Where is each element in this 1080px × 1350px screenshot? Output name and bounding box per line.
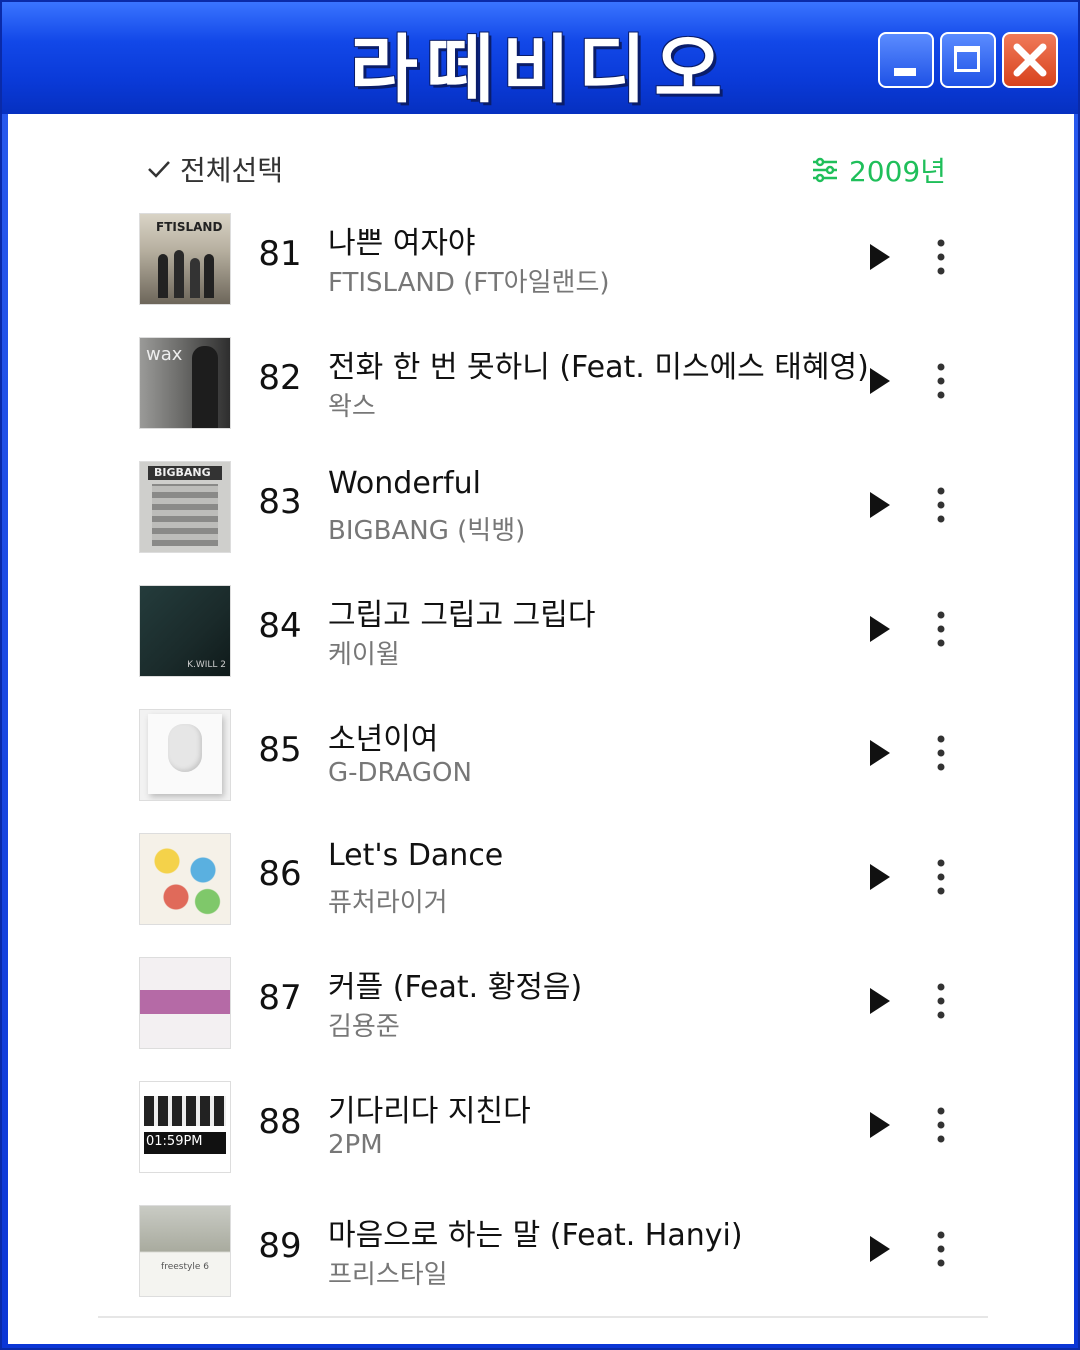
app-window: 라떼비디오 전체선택 2009년 FTISLAND 81 나쁜 여자야 FTIS… bbox=[0, 0, 1080, 1350]
track-artist[interactable]: 퓨처라이거 bbox=[328, 882, 448, 919]
year-filter-button[interactable]: 2009년 bbox=[811, 150, 946, 190]
track-rank: 83 bbox=[258, 482, 302, 522]
track-rank: 89 bbox=[258, 1226, 302, 1266]
track-rank: 88 bbox=[258, 1102, 302, 1142]
track-rank: 82 bbox=[258, 358, 302, 398]
album-art[interactable] bbox=[140, 710, 230, 800]
track-artist[interactable]: G-DRAGON bbox=[328, 758, 472, 788]
track-row[interactable]: wax 82 전화 한 번 못하니 (Feat. 미스에스 태혜영) 왁스 bbox=[140, 334, 960, 434]
track-artist[interactable]: FTISLAND (FT아일랜드) bbox=[328, 262, 610, 299]
track-title[interactable]: 그립고 그립고 그립다 bbox=[328, 590, 595, 634]
track-row[interactable]: FTISLAND 81 나쁜 여자야 FTISLAND (FT아일랜드) bbox=[140, 210, 960, 310]
track-title[interactable]: Wonderful bbox=[328, 466, 481, 501]
album-art[interactable]: K.WILL 2 bbox=[140, 586, 230, 676]
album-art-text: K.WILL 2 bbox=[187, 660, 226, 670]
track-title[interactable]: 소년이여 bbox=[328, 714, 438, 758]
track-rank: 87 bbox=[258, 978, 302, 1018]
play-icon[interactable] bbox=[868, 1234, 892, 1264]
track-title[interactable]: 전화 한 번 못하니 (Feat. 미스에스 태혜영) bbox=[328, 342, 869, 386]
play-icon[interactable] bbox=[868, 490, 892, 520]
play-icon[interactable] bbox=[868, 986, 892, 1016]
album-art-text: 01:59PM bbox=[146, 1134, 203, 1149]
album-art[interactable]: BIGBANG bbox=[140, 462, 230, 552]
track-row[interactable]: 01:59PM 88 기다리다 지친다 2PM bbox=[140, 1078, 960, 1178]
maximize-icon bbox=[954, 46, 980, 72]
album-art-text: wax bbox=[146, 344, 183, 365]
select-all-label: 전체선택 bbox=[180, 154, 284, 187]
close-icon bbox=[1013, 43, 1047, 77]
play-icon[interactable] bbox=[868, 366, 892, 396]
track-title[interactable]: 기다리다 지친다 bbox=[328, 1086, 531, 1130]
minimize-icon bbox=[894, 68, 916, 76]
maximize-button[interactable] bbox=[940, 32, 996, 88]
album-art[interactable] bbox=[140, 958, 230, 1048]
more-options-icon[interactable] bbox=[936, 982, 946, 1020]
more-options-icon[interactable] bbox=[936, 610, 946, 648]
track-row[interactable]: BIGBANG 83 Wonderful BIGBANG (빅뱅) bbox=[140, 458, 960, 558]
album-art[interactable]: FTISLAND bbox=[140, 214, 230, 304]
check-icon bbox=[148, 161, 170, 178]
track-title[interactable]: 나쁜 여자야 bbox=[328, 218, 476, 262]
more-options-icon[interactable] bbox=[936, 1230, 946, 1268]
track-artist[interactable]: 프리스타일 bbox=[328, 1254, 448, 1291]
album-art-text: freestyle 6 bbox=[161, 1262, 209, 1272]
track-row[interactable]: 86 Let's Dance 퓨처라이거 bbox=[140, 830, 960, 930]
track-title[interactable]: Let's Dance bbox=[328, 838, 503, 873]
album-art[interactable] bbox=[140, 834, 230, 924]
track-title[interactable]: 마음으로 하는 말 (Feat. Hanyi) bbox=[328, 1210, 743, 1254]
more-options-icon[interactable] bbox=[936, 858, 946, 896]
year-filter-label: 2009년 bbox=[848, 155, 946, 188]
list-divider bbox=[98, 1316, 988, 1318]
track-row[interactable]: freestyle 6 89 마음으로 하는 말 (Feat. Hanyi) 프… bbox=[140, 1202, 960, 1302]
album-art[interactable]: 01:59PM bbox=[140, 1082, 230, 1172]
album-art-text: BIGBANG bbox=[154, 466, 211, 479]
more-options-icon[interactable] bbox=[936, 1106, 946, 1144]
play-icon[interactable] bbox=[868, 242, 892, 272]
track-artist[interactable]: 2PM bbox=[328, 1130, 383, 1160]
close-button[interactable] bbox=[1002, 32, 1058, 88]
chart-list-panel: 전체선택 2009년 FTISLAND 81 나쁜 여자야 FTISLAND (… bbox=[8, 114, 1074, 1344]
play-icon[interactable] bbox=[868, 1110, 892, 1140]
album-art-text: FTISLAND bbox=[156, 220, 223, 234]
title-bar[interactable]: 라떼비디오 bbox=[2, 2, 1078, 114]
track-rank: 84 bbox=[258, 606, 302, 646]
track-title[interactable]: 커플 (Feat. 황정음) bbox=[328, 962, 582, 1006]
track-artist[interactable]: BIGBANG (빅뱅) bbox=[328, 510, 525, 547]
track-row[interactable]: K.WILL 2 84 그립고 그립고 그립다 케이윌 bbox=[140, 582, 960, 682]
track-rank: 85 bbox=[258, 730, 302, 770]
track-rank: 86 bbox=[258, 854, 302, 894]
play-icon[interactable] bbox=[868, 614, 892, 644]
more-options-icon[interactable] bbox=[936, 238, 946, 276]
minimize-button[interactable] bbox=[878, 32, 934, 88]
track-row[interactable]: 87 커플 (Feat. 황정음) 김용준 bbox=[140, 954, 960, 1054]
filter-icon bbox=[812, 157, 837, 183]
play-icon[interactable] bbox=[868, 862, 892, 892]
album-art[interactable]: wax bbox=[140, 338, 230, 428]
more-options-icon[interactable] bbox=[936, 734, 946, 772]
track-rank: 81 bbox=[258, 234, 302, 274]
more-options-icon[interactable] bbox=[936, 486, 946, 524]
track-artist[interactable]: 왁스 bbox=[328, 386, 376, 423]
play-icon[interactable] bbox=[868, 738, 892, 768]
track-artist[interactable]: 케이윌 bbox=[328, 634, 400, 671]
more-options-icon[interactable] bbox=[936, 362, 946, 400]
album-art[interactable]: freestyle 6 bbox=[140, 1206, 230, 1296]
track-artist[interactable]: 김용준 bbox=[328, 1006, 400, 1043]
select-all-button[interactable]: 전체선택 bbox=[146, 154, 283, 187]
track-row[interactable]: 85 소년이여 G-DRAGON bbox=[140, 706, 960, 806]
